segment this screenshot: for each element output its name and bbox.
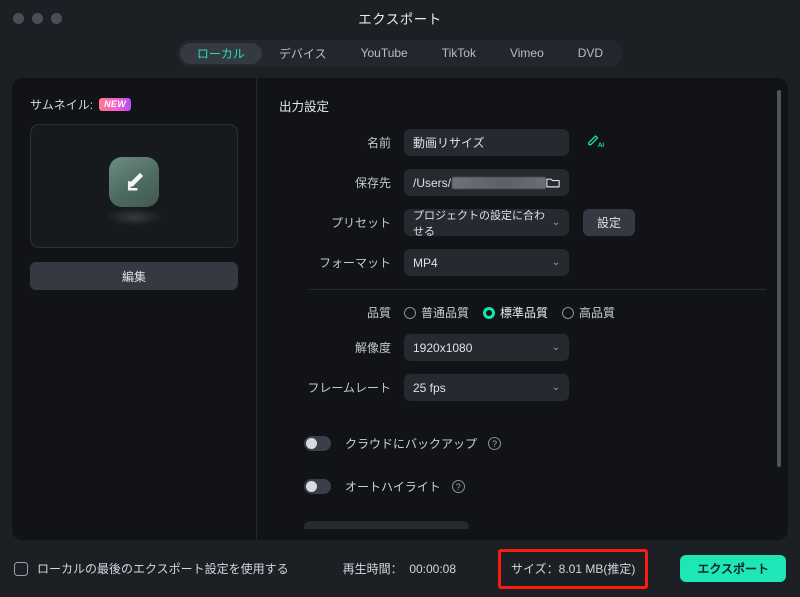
- tab-device[interactable]: デバイス: [262, 43, 344, 64]
- format-row: フォーマット MP4 ⌄: [279, 249, 766, 276]
- chevron-down-icon: ⌄: [551, 382, 560, 393]
- export-dialog: エクスポート ローカル デバイス YouTube TikTok Vimeo DV…: [0, 0, 800, 597]
- resolution-row: 解像度 1920x1080 ⌄: [279, 334, 766, 361]
- auto-highlight-row: オートハイライト ?: [279, 478, 766, 495]
- name-row: 名前 動画リサイズ AI: [279, 129, 766, 156]
- save-to-input[interactable]: /Users/: [404, 169, 569, 196]
- tabbar-wrapper: ローカル デバイス YouTube TikTok Vimeo DVD: [0, 36, 800, 70]
- output-settings-title: 出力設定: [279, 100, 330, 114]
- scrollbar-thumb[interactable]: [777, 90, 781, 467]
- page-title: エクスポート: [358, 12, 442, 27]
- new-badge: NEW: [99, 98, 132, 111]
- quality-option-standard[interactable]: 標準品質: [483, 304, 548, 321]
- pencil-reflection: [106, 208, 162, 226]
- footer-bar: ローカルの最後のエクスポート設定を使用する 再生時間： 00:00:08 サイズ…: [0, 540, 800, 597]
- cloud-backup-row: クラウドにバックアップ ?: [279, 435, 766, 452]
- thumbnail-header: サムネイル: NEW: [30, 96, 238, 113]
- preset-settings-button[interactable]: 設定: [583, 209, 636, 236]
- format-select[interactable]: MP4 ⌄: [404, 249, 569, 276]
- name-value: 動画リサイズ: [413, 136, 485, 150]
- framerate-select[interactable]: 25 fps ⌄: [404, 374, 569, 401]
- duration-value: 00:00:08: [409, 562, 457, 576]
- edit-thumbnail-button[interactable]: 編集: [30, 262, 238, 290]
- resolution-label: 解像度: [354, 341, 391, 355]
- chevron-down-icon: ⌄: [551, 342, 560, 353]
- help-icon[interactable]: ?: [451, 480, 465, 493]
- save-to-value: /Users/: [413, 175, 452, 190]
- radio-icon-selected: [483, 306, 496, 319]
- size-highlight-box: サイズ：8.01 MB(推定): [498, 548, 649, 589]
- svg-text:AI: AI: [598, 142, 605, 149]
- quality-label: 品質: [366, 306, 391, 320]
- use-last-settings-label: ローカルの最後のエクスポート設定を使用する: [37, 562, 289, 576]
- tab-youtube[interactable]: YouTube: [344, 43, 425, 64]
- tabbar: ローカル デバイス YouTube TikTok Vimeo DVD: [176, 39, 624, 67]
- thumbnail-panel: サムネイル: NEW 編集: [12, 78, 257, 540]
- radio-icon: [404, 306, 416, 319]
- auto-highlight-label: オートハイライト: [345, 480, 441, 494]
- quality-option-high[interactable]: 高品質: [562, 304, 615, 321]
- format-value: MP4: [413, 255, 438, 270]
- tab-local[interactable]: ローカル: [179, 42, 262, 64]
- chevron-down-icon: ⌄: [551, 257, 560, 268]
- resolution-value: 1920x1080: [413, 340, 473, 355]
- chevron-down-icon: ⌄: [551, 217, 560, 228]
- save-to-label: 保存先: [354, 176, 391, 190]
- estimated-size: サイズ：8.01 MB(推定): [511, 561, 636, 576]
- thumbnail-label: サムネイル:: [30, 98, 94, 112]
- duration-display: 再生時間： 00:00:08: [343, 560, 456, 577]
- quality-option-label: 普通品質: [421, 306, 470, 320]
- radio-icon: [562, 306, 575, 319]
- help-icon[interactable]: ?: [488, 437, 502, 450]
- save-to-row: 保存先 /Users/: [279, 169, 766, 196]
- redacted-path: [452, 176, 546, 189]
- preset-label: プリセット: [330, 216, 391, 230]
- quality-option-label: 高品質: [579, 306, 616, 320]
- duration-label: 再生時間：: [342, 562, 403, 576]
- quality-option-normal[interactable]: 普通品質: [404, 304, 469, 321]
- export-button[interactable]: エクスポート: [680, 555, 786, 582]
- name-input[interactable]: 動画リサイズ: [404, 129, 569, 156]
- tab-dvd[interactable]: DVD: [561, 43, 620, 64]
- auto-highlight-toggle[interactable]: [304, 479, 331, 494]
- quality-option-label: 標準品質: [500, 306, 549, 320]
- preset-row: プリセット プロジェクトの設定に合わせる ⌄ 設定: [279, 209, 766, 238]
- resolution-select[interactable]: 1920x1080 ⌄: [404, 334, 569, 361]
- preset-select[interactable]: プロジェクトの設定に合わせる ⌄: [404, 209, 569, 238]
- framerate-row: フレームレート 25 fps ⌄: [279, 374, 766, 401]
- tab-tiktok[interactable]: TikTok: [425, 43, 493, 64]
- pencil-icon: [109, 157, 159, 207]
- folder-icon[interactable]: [546, 176, 560, 189]
- use-last-settings-checkbox[interactable]: [14, 561, 28, 576]
- tab-vimeo[interactable]: Vimeo: [493, 43, 561, 64]
- titlebar: エクスポート: [0, 0, 800, 36]
- cloud-backup-label: クラウドにバックアップ: [345, 437, 478, 451]
- framerate-value: 25 fps: [413, 380, 446, 395]
- format-label: フォーマット: [318, 256, 391, 270]
- cloud-backup-toggle[interactable]: [304, 436, 331, 451]
- name-label: 名前: [366, 136, 391, 150]
- main-panel: サムネイル: NEW 編集 出力設定 名前 動画リサイズ AI 保存先 /Use…: [12, 78, 788, 540]
- ai-pen-icon[interactable]: AI: [585, 134, 605, 151]
- framerate-label: フレームレート: [307, 381, 391, 395]
- quality-radio-group: 普通品質 標準品質 高品質: [404, 304, 615, 321]
- partially-visible-field[interactable]: [304, 521, 469, 529]
- settings-scrollbar[interactable]: [777, 90, 781, 528]
- output-settings-panel: 出力設定 名前 動画リサイズ AI 保存先 /Users/ プリセット プロジェ…: [257, 78, 788, 540]
- thumbnail-preview[interactable]: [30, 124, 238, 248]
- quality-row: 品質 普通品質 標準品質 高品質: [279, 304, 766, 321]
- preset-value: プロジェクトの設定に合わせる: [413, 209, 545, 238]
- divider: [309, 289, 766, 290]
